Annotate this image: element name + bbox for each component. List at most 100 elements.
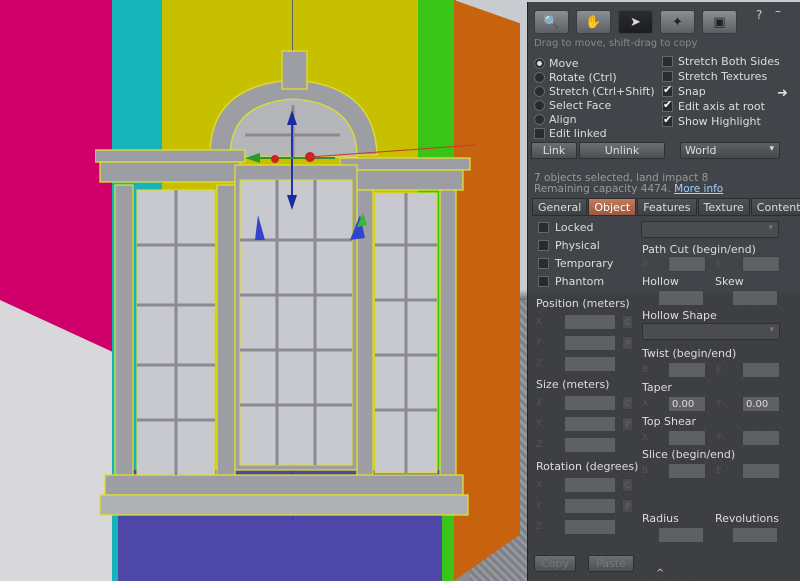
radio-button[interactable]: [534, 99, 545, 111]
checkbox-label: Locked: [555, 221, 594, 234]
help-button[interactable]: ?: [756, 8, 762, 22]
phantom-checkbox[interactable]: Phantom: [538, 275, 604, 288]
snap-checkbox[interactable]: Snap: [662, 83, 780, 99]
radio-stretch[interactable]: Stretch (Ctrl+Shift): [534, 84, 655, 98]
radio-select-face[interactable]: Select Face: [534, 98, 655, 112]
slice-label: Slice (begin/end): [642, 448, 736, 461]
checkbox[interactable]: [662, 71, 673, 82]
size-x-field[interactable]: [564, 395, 616, 411]
position-z-field[interactable]: [564, 356, 616, 372]
twist-label: Twist (begin/end): [642, 347, 737, 360]
tab-general[interactable]: General: [532, 198, 588, 216]
checkbox[interactable]: [538, 222, 549, 233]
taper-y-field[interactable]: 0.00: [742, 396, 780, 412]
copy-size-button[interactable]: C: [622, 396, 633, 410]
tab-content[interactable]: Content: [750, 198, 800, 216]
stretch-textures-checkbox[interactable]: Stretch Textures: [662, 69, 780, 84]
expand-grip-icon[interactable]: ^: [656, 568, 664, 579]
checkbox[interactable]: [534, 127, 545, 139]
radius-label: Radius: [642, 512, 679, 525]
pointer-icon[interactable]: ➤: [618, 10, 653, 34]
rot-y-label: Y: [536, 501, 542, 511]
path-cut-end-field[interactable]: [742, 256, 780, 272]
tab-object[interactable]: Object: [588, 198, 637, 216]
pos-y-label: Y: [536, 338, 542, 348]
edit-axis-root-checkbox[interactable]: Edit axis at root: [662, 98, 780, 114]
build-tools-panel: 🔍 ✋ ➤ ✦ ▣ ? – Drag to move, shift-drag t…: [527, 2, 800, 581]
checkbox[interactable]: [662, 83, 673, 97]
wand-icon[interactable]: ✦: [660, 10, 695, 34]
radio-move[interactable]: Move: [534, 56, 655, 70]
hollow-shape-dropdown[interactable]: ▾: [642, 323, 780, 340]
checkbox[interactable]: [538, 240, 549, 251]
radius-field[interactable]: [658, 527, 704, 543]
radio-align[interactable]: Align: [534, 112, 655, 126]
more-info-link[interactable]: More info: [674, 183, 723, 195]
slice-end-field[interactable]: [742, 463, 780, 479]
tab-features[interactable]: Features: [637, 198, 697, 216]
radio-button[interactable]: [534, 113, 545, 125]
radio-label: Stretch (Ctrl+Shift): [549, 84, 655, 98]
radio-button[interactable]: [534, 71, 545, 83]
shear-y-label: Y: [716, 433, 722, 443]
radio-button[interactable]: [534, 57, 545, 69]
revolutions-field[interactable]: [732, 527, 778, 543]
top-shear-y-field[interactable]: [742, 430, 780, 446]
twist-begin-field[interactable]: [668, 362, 706, 378]
checkbox[interactable]: [538, 276, 549, 287]
magnifier-icon[interactable]: 🔍: [534, 10, 569, 34]
size-y-field[interactable]: [564, 416, 616, 432]
radio-button[interactable]: [534, 85, 545, 97]
slice-begin-field[interactable]: [668, 463, 706, 479]
twist-end-field[interactable]: [742, 362, 780, 378]
capacity-text: Remaining capacity 4474.: [534, 183, 671, 195]
stretch-both-sides-checkbox[interactable]: Stretch Both Sides: [662, 54, 780, 69]
copy-button[interactable]: Copy: [534, 555, 576, 572]
paste-size-button[interactable]: P: [622, 417, 633, 431]
locked-checkbox[interactable]: Locked: [538, 221, 593, 234]
path-cut-e-label: E: [716, 259, 722, 269]
radio-rotate[interactable]: Rotate (Ctrl): [534, 70, 655, 84]
hollow-field[interactable]: [658, 290, 704, 306]
path-cut-begin-field[interactable]: [668, 256, 706, 272]
checkbox-label: Stretch Textures: [678, 70, 768, 83]
minimize-button[interactable]: –: [775, 4, 781, 18]
rotation-z-field[interactable]: [564, 519, 616, 535]
top-shear-x-field[interactable]: [668, 430, 706, 446]
show-highlight-checkbox[interactable]: Show Highlight: [662, 113, 780, 129]
rotation-x-field[interactable]: [564, 477, 616, 493]
unlink-button[interactable]: Unlink: [579, 142, 665, 159]
checkbox-label: Edit axis at root: [678, 100, 765, 113]
physical-checkbox[interactable]: Physical: [538, 239, 600, 252]
tab-bar: General Object Features Texture Content: [532, 198, 800, 216]
rotation-y-field[interactable]: [564, 498, 616, 514]
position-x-field[interactable]: [564, 314, 616, 330]
prim-type-dropdown[interactable]: ▾: [641, 221, 779, 238]
slice-b-label: B: [642, 466, 649, 476]
path-cut-b-label: B: [642, 259, 649, 269]
checkbox[interactable]: [662, 56, 673, 67]
selected-window-object[interactable]: [94, 45, 476, 525]
size-z-field[interactable]: [564, 437, 616, 453]
paste-rotation-button[interactable]: P: [622, 499, 633, 513]
checkbox[interactable]: [662, 113, 673, 127]
temporary-checkbox[interactable]: Temporary: [538, 257, 613, 270]
checkbox[interactable]: [662, 98, 673, 112]
taper-x-field[interactable]: 0.00: [668, 396, 706, 412]
taper-label: Taper: [642, 381, 672, 394]
copy-position-button[interactable]: C: [622, 315, 633, 329]
tab-texture[interactable]: Texture: [697, 198, 750, 216]
taper-x-label: X: [642, 399, 649, 409]
checkbox[interactable]: [538, 258, 549, 269]
arrow-right-icon[interactable]: ➜: [777, 86, 788, 101]
position-y-field[interactable]: [564, 335, 616, 351]
edit-linked-checkbox[interactable]: Edit linked: [534, 126, 655, 140]
bulldozer-icon[interactable]: ▣: [702, 10, 737, 34]
paste-position-button[interactable]: P: [622, 336, 633, 350]
skew-field[interactable]: [732, 290, 778, 306]
paste-button[interactable]: Paste: [588, 555, 634, 572]
ruler-mode-dropdown[interactable]: World ▾: [680, 142, 780, 159]
hand-icon[interactable]: ✋: [576, 10, 611, 34]
link-button[interactable]: Link: [531, 142, 577, 159]
copy-rotation-button[interactable]: C: [622, 478, 633, 492]
